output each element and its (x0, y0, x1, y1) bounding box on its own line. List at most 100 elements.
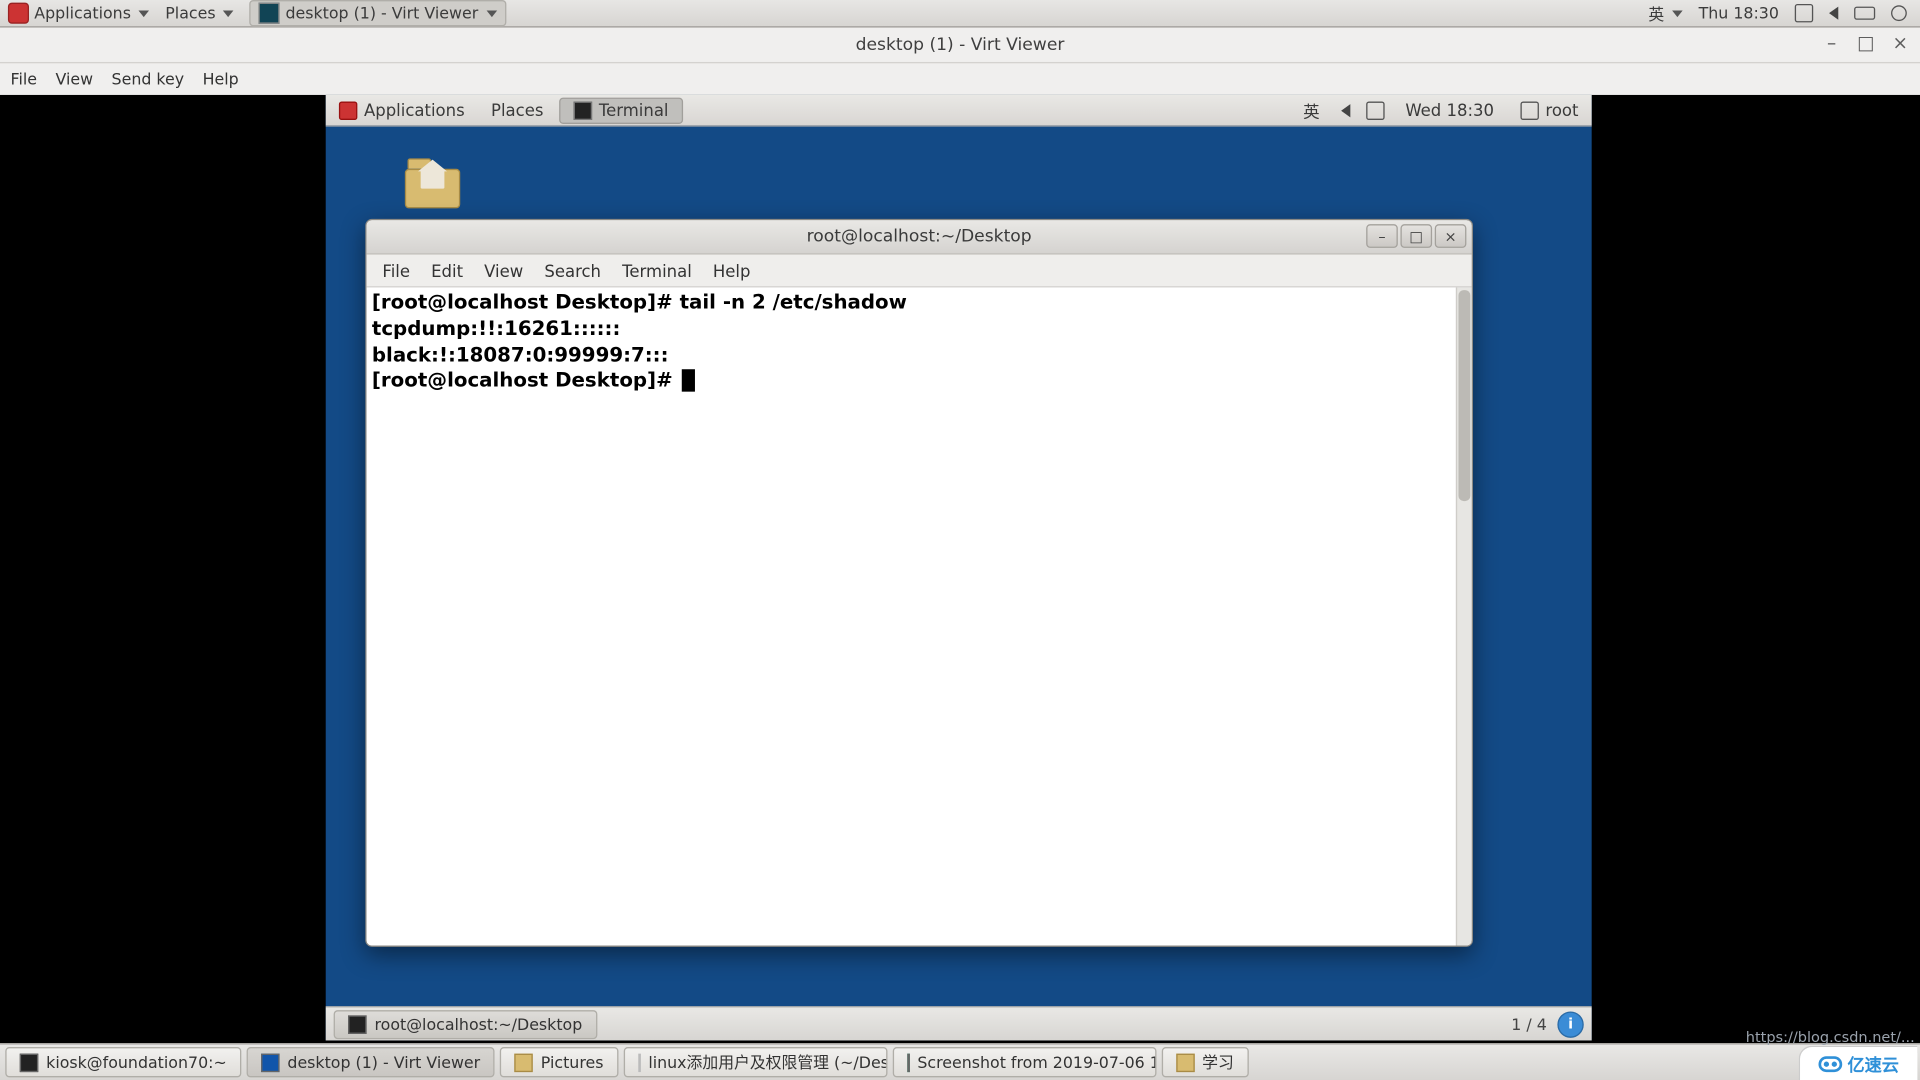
chevron-down-icon (486, 10, 497, 17)
terminal-line: [root@localhost Desktop]# tail -n 2 /etc… (372, 290, 907, 314)
host-active-window-button[interactable]: desktop (1) - Virt Viewer (250, 0, 506, 26)
terminal-titlebar[interactable]: root@localhost:~/Desktop – □ × (367, 220, 1472, 254)
guest-applications-menu[interactable]: Applications (326, 100, 478, 120)
folder-icon (514, 1053, 532, 1071)
guest-framebuffer: Applications Places Terminal 英 Wed 18:30 (0, 95, 1920, 1043)
host-task-label: Pictures (541, 1053, 604, 1071)
host-task-label: desktop (1) - Virt Viewer (287, 1053, 480, 1071)
close-button[interactable]: × (1888, 32, 1912, 56)
minimize-button[interactable]: – (1366, 224, 1398, 248)
host-applications-menu[interactable]: Applications (8, 3, 150, 24)
terminal-menu-help[interactable]: Help (713, 260, 751, 280)
home-folder-icon[interactable] (405, 156, 466, 209)
watermark-text: https://blog.csdn.net/... (1746, 1029, 1915, 1046)
maximize-button[interactable]: □ (1400, 224, 1432, 248)
terminal-menu-terminal[interactable]: Terminal (622, 260, 692, 280)
guest-user-menu[interactable]: root (1507, 100, 1591, 120)
guest-places-label: Places (491, 100, 543, 120)
guest-ime-label: 英 (1303, 98, 1320, 123)
terminal-menu-file[interactable]: File (382, 260, 410, 280)
host-task-label: linux添加用户及权限管理 (~/Deskt... (648, 1051, 887, 1073)
host-task-virtviewer[interactable]: desktop (1) - Virt Viewer (247, 1047, 495, 1077)
guest-top-panel: Applications Places Terminal 英 Wed 18:30 (326, 95, 1592, 127)
host-top-panel: Applications Places desktop (1) - Virt V… (0, 0, 1920, 28)
host-applications-label: Applications (34, 4, 131, 22)
guest-ime-indicator[interactable]: 英 (1290, 98, 1333, 123)
gnome-foot-icon (8, 3, 29, 24)
host-places-label: Places (165, 4, 215, 22)
terminal-scrollbar[interactable] (1456, 287, 1472, 945)
workspace-indicator[interactable]: 1 / 4 (1511, 1015, 1547, 1033)
guest-places-menu[interactable]: Places (478, 100, 557, 120)
user-icon (1520, 101, 1538, 119)
guest-clock-label: Wed 18:30 (1405, 100, 1494, 120)
host-ime-label: 英 (1648, 2, 1664, 24)
virt-menu-view[interactable]: View (56, 70, 94, 88)
terminal-menubar: File Edit View Search Terminal Help (367, 255, 1472, 288)
terminal-menu-search[interactable]: Search (544, 260, 601, 280)
scrollbar-thumb[interactable] (1458, 290, 1470, 501)
terminal-icon (20, 1053, 38, 1071)
close-button[interactable]: × (1435, 224, 1467, 248)
host-task-terminal[interactable]: kiosk@foundation70:~ (5, 1047, 241, 1077)
guest-taskbar-terminal[interactable]: root@localhost:~/Desktop (334, 1009, 597, 1038)
virt-viewer-titlebar[interactable]: desktop (1) - Virt Viewer – □ × (0, 28, 1920, 64)
terminal-menu-edit[interactable]: Edit (431, 260, 463, 280)
guest-desktop[interactable]: Applications Places Terminal 英 Wed 18:30 (326, 95, 1592, 1041)
guest-clock[interactable]: Wed 18:30 (1392, 100, 1507, 120)
virt-viewer-menubar: File View Send key Help (0, 63, 1920, 95)
chevron-down-icon (223, 10, 234, 17)
notification-badge[interactable]: i (1557, 1011, 1583, 1037)
host-task-label: Screenshot from 2019-07-06 1... (917, 1053, 1156, 1071)
monitor-icon (259, 3, 280, 24)
guest-taskbar-terminal-label: root@localhost:~/Desktop (375, 1015, 583, 1033)
host-ime-indicator[interactable]: 英 (1648, 2, 1682, 24)
yisu-label: 亿速云 (1847, 1051, 1898, 1076)
virt-viewer-window: desktop (1) - Virt Viewer – □ × File Vie… (0, 28, 1920, 95)
terminal-title: root@localhost:~/Desktop (807, 227, 1032, 247)
monitor-icon (261, 1053, 279, 1071)
terminal-menu-view[interactable]: View (484, 260, 523, 280)
host-task-label: kiosk@foundation70:~ (46, 1053, 227, 1071)
guest-user-label: root (1545, 100, 1578, 120)
host-clock[interactable]: Thu 18:30 (1699, 4, 1779, 22)
maximize-button[interactable]: □ (1854, 32, 1878, 56)
image-icon (907, 1053, 910, 1071)
host-task-imageviewer[interactable]: Screenshot from 2019-07-06 1... (892, 1047, 1156, 1077)
host-clock-label: Thu 18:30 (1699, 4, 1779, 22)
host-task-label: 学习 (1202, 1051, 1234, 1073)
host-task-folder[interactable]: 学习 (1161, 1047, 1248, 1077)
minimize-button[interactable]: – (1820, 32, 1844, 56)
terminal-cursor (682, 370, 695, 392)
virt-menu-sendkey[interactable]: Send key (112, 70, 185, 88)
yisu-watermark: 亿速云 (1799, 1046, 1918, 1080)
power-icon[interactable] (1891, 5, 1907, 21)
virt-menu-help[interactable]: Help (203, 70, 239, 88)
guest-applications-label: Applications (364, 100, 465, 120)
folder-icon (1176, 1053, 1194, 1071)
chevron-down-icon (139, 10, 150, 17)
virt-menu-file[interactable]: File (11, 70, 37, 88)
network-icon[interactable] (1795, 4, 1813, 22)
gnome-foot-icon (339, 101, 357, 119)
host-bottom-panel: kiosk@foundation70:~ desktop (1) - Virt … (0, 1043, 1920, 1080)
volume-icon[interactable] (1829, 7, 1838, 20)
chevron-down-icon (1672, 10, 1683, 17)
guest-terminal-task-label: Terminal (599, 100, 669, 120)
host-task-gedit[interactable]: linux添加用户及权限管理 (~/Deskt... (623, 1047, 887, 1077)
terminal-body[interactable]: [root@localhost Desktop]# tail -n 2 /etc… (367, 287, 1472, 945)
terminal-icon (574, 101, 592, 119)
volume-icon[interactable] (1341, 104, 1350, 117)
guest-bottom-panel: root@localhost:~/Desktop 1 / 4 i (326, 1006, 1592, 1040)
terminal-window: root@localhost:~/Desktop – □ × File Edit… (365, 219, 1473, 947)
terminal-icon (348, 1015, 366, 1033)
host-active-window-label: desktop (1) - Virt Viewer (285, 4, 478, 22)
terminal-prompt: [root@localhost Desktop]# (372, 368, 680, 392)
guest-terminal-task[interactable]: Terminal (559, 97, 683, 123)
terminal-line: tcpdump:!!:16261:::::: (372, 316, 620, 340)
battery-icon[interactable] (1854, 7, 1875, 20)
host-places-menu[interactable]: Places (165, 4, 234, 22)
network-icon[interactable] (1366, 101, 1384, 119)
virt-viewer-title: desktop (1) - Virt Viewer (856, 35, 1065, 55)
host-task-pictures[interactable]: Pictures (500, 1047, 618, 1077)
